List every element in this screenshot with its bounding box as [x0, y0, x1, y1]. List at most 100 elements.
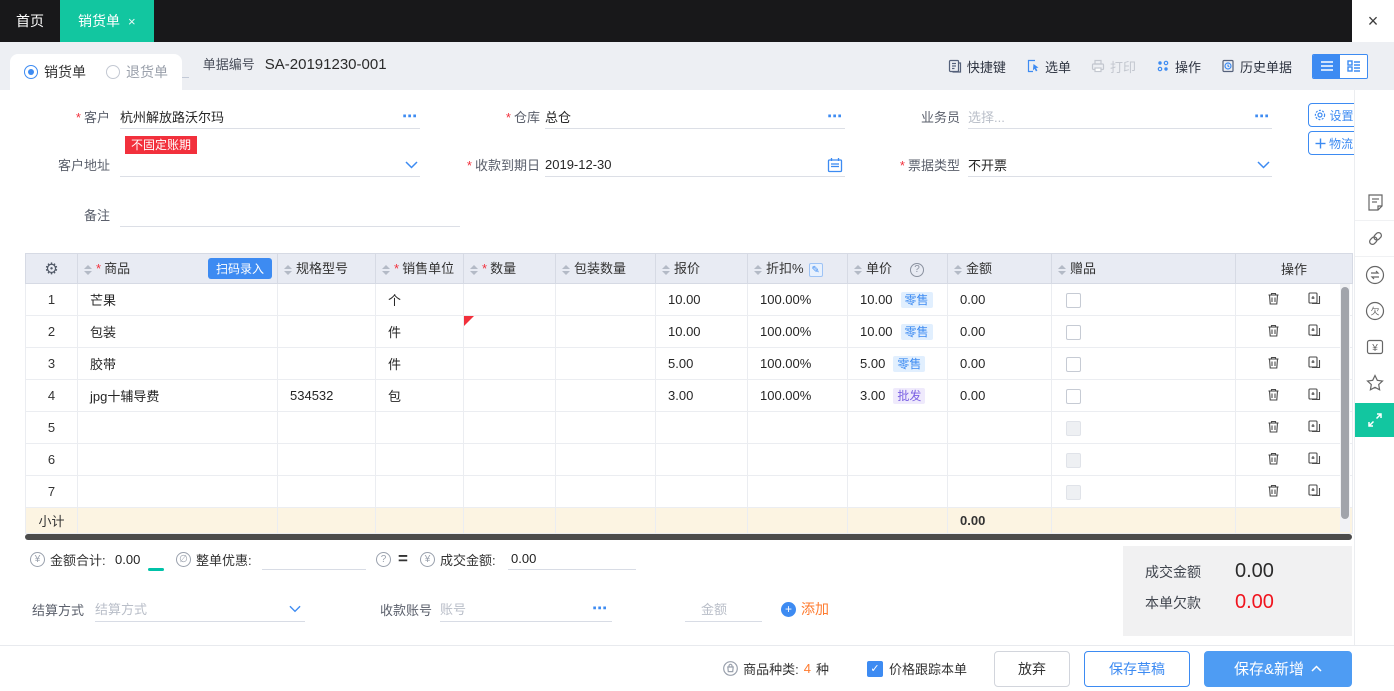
copy-row-icon[interactable] [1307, 387, 1322, 405]
delete-row-icon[interactable] [1266, 355, 1281, 373]
gift-checkbox[interactable] [1066, 485, 1081, 500]
cell-qty[interactable] [464, 348, 556, 380]
copy-row-icon[interactable] [1307, 419, 1322, 437]
sort-carets-icon[interactable] [754, 261, 762, 279]
salesman-picker-icon[interactable]: ⋯ [1254, 112, 1270, 122]
delete-row-icon[interactable] [1266, 387, 1281, 405]
sort-carets-icon[interactable] [854, 261, 862, 279]
save-and-new-button[interactable]: 保存&新增 [1204, 651, 1352, 687]
cell-unit[interactable] [376, 476, 464, 508]
cell-spec[interactable] [278, 412, 376, 444]
nav-home[interactable]: 首页 [0, 0, 60, 42]
gift-checkbox[interactable] [1066, 421, 1081, 436]
tab-close-icon[interactable]: × [128, 14, 136, 29]
cell-qty[interactable] [464, 412, 556, 444]
save-draft-button[interactable]: 保存草稿 [1084, 651, 1190, 687]
column-header-qty[interactable]: *数量 [464, 254, 556, 284]
cell-discount[interactable] [748, 444, 848, 476]
cell-pkg-qty[interactable] [556, 348, 656, 380]
cell-price[interactable] [848, 444, 948, 476]
cell-pkg-qty[interactable] [556, 284, 656, 316]
copy-row-icon[interactable] [1307, 291, 1322, 309]
delete-row-icon[interactable] [1266, 419, 1281, 437]
window-close-button[interactable]: × [1352, 0, 1394, 42]
action-pick-button[interactable]: 选单 [1026, 57, 1071, 76]
horizontal-scrollbar-thumb[interactable] [25, 534, 1352, 540]
cell-qty[interactable] [464, 380, 556, 412]
cell-spec[interactable] [278, 316, 376, 348]
star-tool-button[interactable] [1355, 365, 1394, 401]
column-header-price[interactable]: 单价? [848, 254, 948, 284]
debt-tool-button[interactable]: 欠 [1355, 293, 1394, 329]
cell-discount[interactable] [748, 412, 848, 444]
delete-row-icon[interactable] [1266, 451, 1281, 469]
remark-input[interactable] [120, 203, 460, 227]
cell-spec[interactable] [278, 284, 376, 316]
salesman-input[interactable]: 选择... ⋯ [968, 105, 1272, 129]
cell-price[interactable] [848, 476, 948, 508]
expand-tool-button[interactable] [1355, 403, 1394, 437]
cell-amount[interactable]: 0.00 [948, 284, 1052, 316]
cash-tool-button[interactable]: ¥ [1355, 329, 1394, 365]
cell-price[interactable]: 10.00零售 [848, 284, 948, 316]
exchange-tool-button[interactable] [1355, 257, 1394, 293]
cell-quote[interactable] [656, 444, 748, 476]
sort-carets-icon[interactable] [562, 261, 570, 279]
cell-amount[interactable] [948, 412, 1052, 444]
address-input[interactable] [120, 153, 420, 177]
cell-discount[interactable]: 100.00% [748, 348, 848, 380]
price-help-icon[interactable]: ? [910, 263, 924, 277]
cell-price[interactable]: 5.00零售 [848, 348, 948, 380]
cell-spec[interactable] [278, 348, 376, 380]
copy-row-icon[interactable] [1307, 323, 1322, 341]
column-header-product[interactable]: *商品扫码录入 [78, 254, 278, 284]
cell-amount[interactable]: 0.00 [948, 316, 1052, 348]
column-header-discount[interactable]: 折扣%✎ [748, 254, 848, 284]
cell-spec[interactable]: 534532 [278, 380, 376, 412]
action-print-button[interactable]: 打印 [1091, 57, 1136, 76]
cell-unit[interactable]: 个 [376, 284, 464, 316]
column-header-pkgqty[interactable]: 包装数量 [556, 254, 656, 284]
column-header-gift[interactable]: 赠品 [1052, 254, 1236, 284]
warehouse-input[interactable]: 总仓 ⋯ [545, 105, 845, 129]
cell-pkg-qty[interactable] [556, 412, 656, 444]
cell-quote[interactable] [656, 476, 748, 508]
cell-product[interactable]: 包装 [78, 316, 278, 348]
action-ops-button[interactable]: 操作 [1156, 57, 1201, 76]
abandon-button[interactable]: 放弃 [994, 651, 1070, 687]
delete-row-icon[interactable] [1266, 483, 1281, 501]
cell-spec[interactable] [278, 476, 376, 508]
logistics-button[interactable]: 物流 [1308, 131, 1360, 155]
payment-amount-input[interactable]: 金额 [685, 596, 762, 622]
vertical-scrollbar-thumb[interactable] [1341, 287, 1349, 519]
list-view-toggle[interactable] [1313, 55, 1340, 78]
cell-quote[interactable]: 10.00 [656, 316, 748, 348]
customer-picker-icon[interactable]: ⋯ [402, 112, 418, 122]
cell-pkg-qty[interactable] [556, 380, 656, 412]
cell-pkg-qty[interactable] [556, 476, 656, 508]
sort-carets-icon[interactable] [84, 261, 92, 279]
cell-product[interactable]: jpg十辅导费 [78, 380, 278, 412]
cell-amount[interactable] [948, 444, 1052, 476]
bill-type-select[interactable]: 不开票 [968, 153, 1272, 177]
tab-sales-order[interactable]: 销货单 × [60, 0, 154, 42]
action-shortcut-button[interactable]: 快捷键 [948, 57, 1006, 76]
cell-price[interactable]: 10.00零售 [848, 316, 948, 348]
sort-carets-icon[interactable] [954, 261, 962, 279]
settle-method-select[interactable]: 结算方式 [95, 596, 305, 622]
help-icon[interactable]: ? [376, 552, 391, 567]
cell-product[interactable] [78, 444, 278, 476]
cell-amount[interactable]: 0.00 [948, 380, 1052, 412]
add-payment-button[interactable]: + 添加 [781, 596, 829, 622]
cell-unit[interactable] [376, 444, 464, 476]
gift-checkbox[interactable] [1066, 325, 1081, 340]
column-header-amount[interactable]: 金额 [948, 254, 1052, 284]
column-header-quote[interactable]: 报价 [656, 254, 748, 284]
checkbox-checked-icon[interactable]: ✓ [867, 661, 883, 677]
deal-amount-input[interactable]: 0.00 [508, 548, 636, 570]
edit-discount-icon[interactable]: ✎ [809, 263, 823, 277]
cell-price[interactable]: 3.00批发 [848, 380, 948, 412]
warehouse-picker-icon[interactable]: ⋯ [827, 112, 843, 122]
cell-pkg-qty[interactable] [556, 444, 656, 476]
card-view-toggle[interactable] [1340, 55, 1367, 78]
